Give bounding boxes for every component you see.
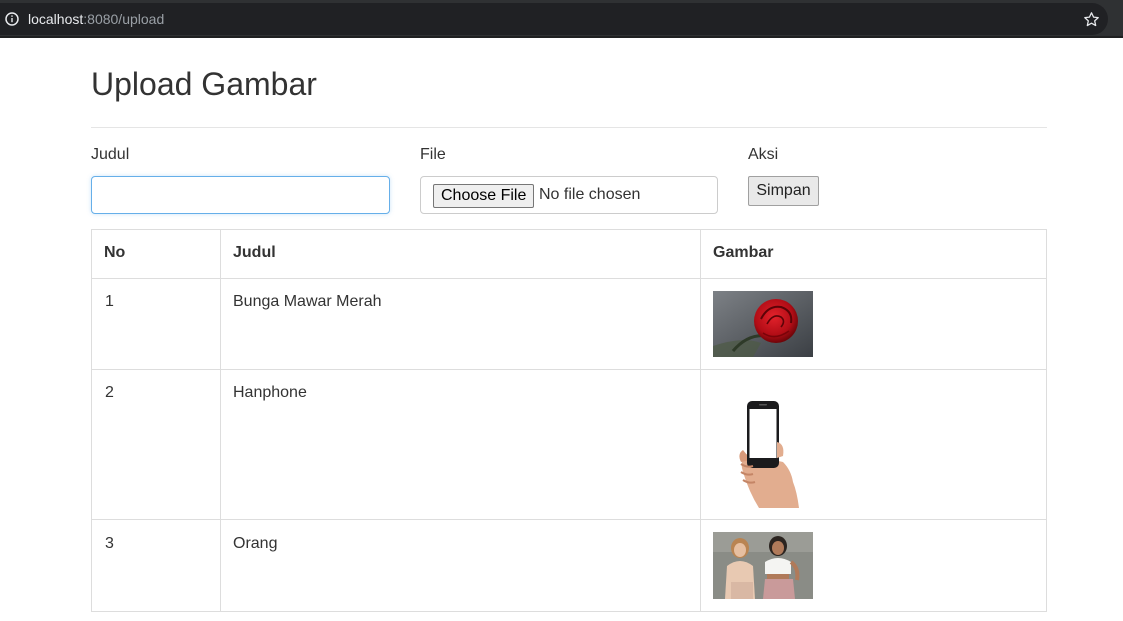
column-divider <box>700 230 701 612</box>
row-divider <box>92 369 1046 370</box>
row-1-no: 1 <box>105 293 114 310</box>
page-title: Upload Gambar <box>91 66 317 102</box>
row-1-judul: Bunga Mawar Merah <box>233 293 382 310</box>
judul-label: Judul <box>91 146 130 163</box>
choose-file-button[interactable]: Choose File <box>433 184 535 208</box>
hand-holding-phone-image <box>713 382 813 508</box>
url-path: :8080/upload <box>83 11 165 27</box>
row-2-judul: Hanphone <box>233 384 307 401</box>
row-3-judul: Orang <box>233 535 278 552</box>
info-icon[interactable] <box>5 12 19 26</box>
row-3-no: 3 <box>105 535 114 552</box>
divider <box>91 127 1047 128</box>
address-bar[interactable]: localhost:8080/upload <box>0 3 1108 35</box>
file-status-text: No file chosen <box>539 186 641 203</box>
url-host: localhost <box>28 11 84 27</box>
header-no: No <box>104 244 126 261</box>
row-2-no: 2 <box>105 384 114 401</box>
file-input[interactable]: Choose File No file chosen <box>420 176 718 214</box>
images-table: No Judul Gambar 1 Bunga Mawar Merah 2 Ha… <box>91 229 1047 612</box>
red-rose-image <box>713 291 813 357</box>
url-text[interactable]: localhost:8080/upload <box>28 11 164 27</box>
judul-input[interactable] <box>91 176 390 214</box>
simpan-button[interactable]: Simpan <box>748 176 819 206</box>
row-divider <box>92 278 1046 279</box>
two-women-image <box>713 532 813 599</box>
header-judul: Judul <box>233 244 276 261</box>
bookmark-star-icon[interactable] <box>1083 11 1100 28</box>
browser-toolbar: localhost:8080/upload <box>0 0 1123 38</box>
header-gambar: Gambar <box>713 244 774 261</box>
column-divider <box>220 230 221 612</box>
row-divider <box>92 519 1046 520</box>
aksi-label: Aksi <box>748 146 779 163</box>
file-label: File <box>420 146 446 163</box>
